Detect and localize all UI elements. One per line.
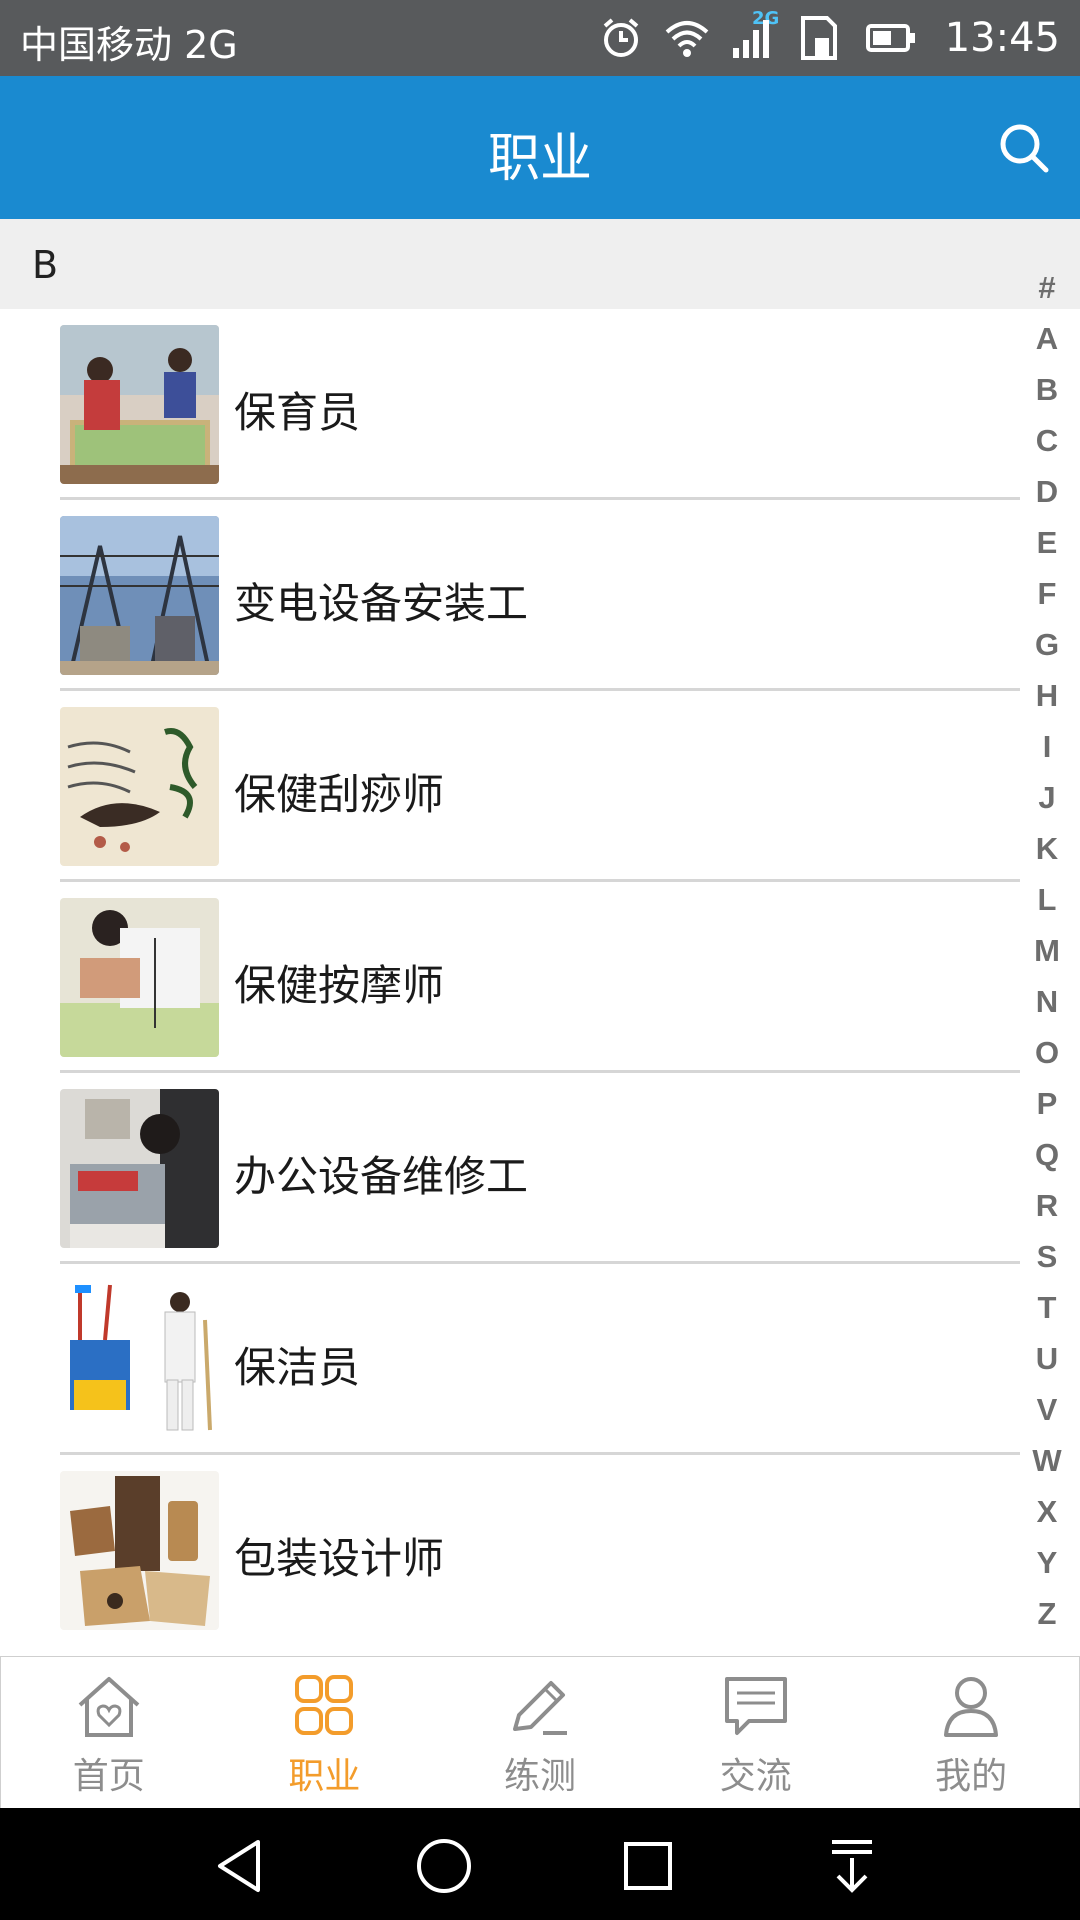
- tab-forum[interactable]: 交流: [648, 1657, 864, 1809]
- section-header: B: [0, 219, 1080, 309]
- occupation-name: 保健按摩师: [234, 961, 445, 1010]
- index-letter-j[interactable]: J: [1038, 772, 1055, 823]
- search-icon[interactable]: [994, 118, 1054, 178]
- gua-sha-thumbnail: [60, 707, 219, 866]
- tab-mine[interactable]: 我的: [863, 1657, 1079, 1809]
- occupation-name: 变电设备安装工: [234, 579, 529, 628]
- list-item[interactable]: 包装设计师: [0, 1455, 1080, 1641]
- index-letter-e[interactable]: E: [1037, 517, 1058, 568]
- substation-thumbnail: [60, 516, 219, 675]
- signal-icon: [732, 20, 769, 58]
- index-letter-hash[interactable]: #: [1038, 262, 1055, 313]
- recents-icon[interactable]: [616, 1834, 680, 1898]
- alphabet-index-bar[interactable]: # A B C D E F G H I J K L M N O P Q R S …: [1014, 262, 1080, 1632]
- clock: 13:45: [944, 15, 1060, 61]
- wifi-icon: [665, 21, 709, 57]
- tab-label: 练测: [503, 1756, 576, 1797]
- tab-label: 首页: [72, 1756, 145, 1797]
- index-letter-u[interactable]: U: [1036, 1333, 1058, 1384]
- person-icon: [944, 1677, 999, 1737]
- index-letter-w[interactable]: W: [1032, 1435, 1061, 1486]
- cleaner-thumbnail: [60, 1280, 219, 1439]
- list-item[interactable]: 变电设备安装工: [0, 500, 1080, 691]
- page-title: 职业: [487, 129, 592, 189]
- alarm-icon: [603, 18, 639, 57]
- index-letter-y[interactable]: Y: [1037, 1537, 1058, 1588]
- index-letter-d[interactable]: D: [1036, 466, 1058, 517]
- list-item[interactable]: 办公设备维修工: [0, 1073, 1080, 1264]
- system-nav-bar: [0, 1808, 1080, 1920]
- index-letter-t[interactable]: T: [1038, 1282, 1057, 1333]
- index-letter-v[interactable]: V: [1037, 1384, 1058, 1435]
- index-letter-o[interactable]: O: [1035, 1027, 1059, 1078]
- notification-pull-icon[interactable]: [820, 1834, 884, 1898]
- carrier-label: 中国移动 2G: [20, 23, 238, 67]
- tab-occupations[interactable]: 职业: [217, 1657, 433, 1809]
- index-letter-n[interactable]: N: [1036, 976, 1058, 1027]
- tab-label: 职业: [288, 1756, 361, 1797]
- occupation-name: 保洁员: [234, 1343, 361, 1392]
- index-letter-k[interactable]: K: [1036, 823, 1058, 874]
- back-icon[interactable]: [208, 1834, 272, 1898]
- section-letter: B: [32, 243, 59, 287]
- grid-icon: [295, 1675, 354, 1735]
- occupation-name: 办公设备维修工: [234, 1152, 529, 1201]
- status-icons: 13:45: [581, 10, 1060, 66]
- app-bar: 职业: [0, 76, 1080, 219]
- index-letter-i[interactable]: I: [1043, 721, 1052, 772]
- index-letter-f[interactable]: F: [1038, 568, 1057, 619]
- index-letter-c[interactable]: C: [1036, 415, 1058, 466]
- index-letter-x[interactable]: X: [1037, 1486, 1058, 1537]
- index-letter-p[interactable]: P: [1037, 1078, 1058, 1129]
- index-letter-a[interactable]: A: [1036, 313, 1058, 364]
- list-item[interactable]: 保健刮痧师: [0, 691, 1080, 882]
- index-letter-m[interactable]: M: [1034, 925, 1060, 976]
- index-letter-q[interactable]: Q: [1035, 1129, 1059, 1180]
- childcare-thumbnail: [60, 325, 219, 484]
- tab-practice[interactable]: 练测: [432, 1657, 648, 1809]
- home-heart-icon: [78, 1677, 140, 1737]
- occupation-name: 保育员: [234, 388, 361, 437]
- chat-icon: [724, 1677, 787, 1735]
- tab-label: 交流: [719, 1756, 792, 1797]
- tab-home[interactable]: 首页: [1, 1657, 217, 1809]
- occupation-list[interactable]: 保育员 变电设备安装工 保健刮痧师 保健按摩师 办公设备维修工 保洁员 包装设计…: [0, 309, 1080, 1641]
- sim-icon: [800, 16, 837, 60]
- bottom-tab-bar: 首页 职业 练测 交流 我的: [0, 1656, 1080, 1809]
- index-letter-b[interactable]: B: [1036, 364, 1058, 415]
- occupation-name: 包装设计师: [234, 1534, 445, 1583]
- massage-thumbnail: [60, 898, 219, 1057]
- home-circle-icon[interactable]: [412, 1834, 476, 1898]
- status-bar: 中国移动 2G 2G 13:45: [0, 0, 1080, 76]
- index-letter-r[interactable]: R: [1036, 1180, 1058, 1231]
- index-letter-z[interactable]: Z: [1038, 1588, 1057, 1639]
- list-item[interactable]: 保育员: [0, 309, 1080, 500]
- battery-icon: [865, 24, 915, 52]
- list-item[interactable]: 保健按摩师: [0, 882, 1080, 1073]
- index-letter-h[interactable]: H: [1036, 670, 1058, 721]
- office-repair-thumbnail: [60, 1089, 219, 1248]
- packaging-thumbnail: [60, 1471, 219, 1630]
- occupation-name: 保健刮痧师: [234, 770, 445, 819]
- tab-label: 我的: [935, 1756, 1008, 1797]
- pencil-icon: [512, 1681, 567, 1735]
- index-letter-l[interactable]: L: [1038, 874, 1057, 925]
- list-item[interactable]: 保洁员: [0, 1264, 1080, 1455]
- index-letter-g[interactable]: G: [1035, 619, 1059, 670]
- index-letter-s[interactable]: S: [1037, 1231, 1058, 1282]
